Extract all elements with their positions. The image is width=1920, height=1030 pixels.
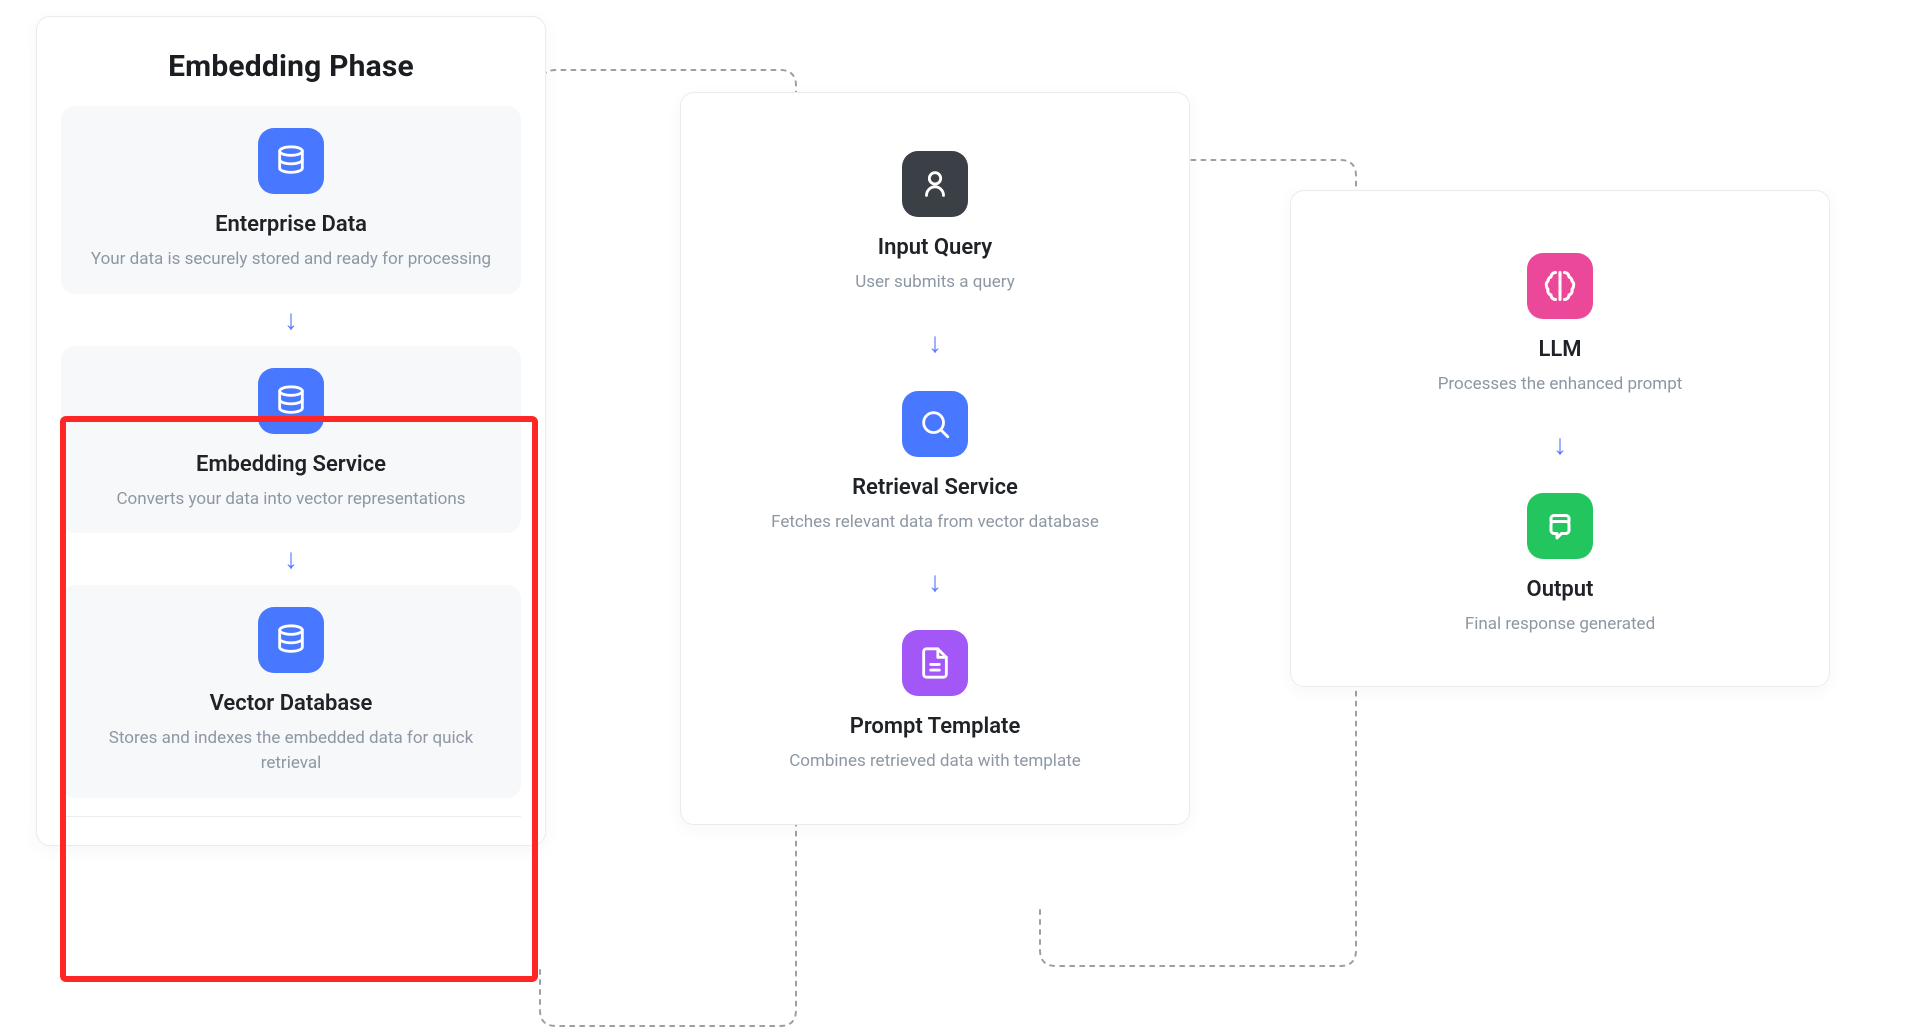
panel-title-embedding: Embedding Phase <box>168 49 414 84</box>
card-title: Embedding Service <box>196 452 386 477</box>
panel-retrieval: Input Query User submits a query ↓ Retri… <box>680 92 1190 825</box>
database-icon <box>258 368 324 434</box>
arrow-down-icon: ↓ <box>928 329 942 357</box>
chat-icon <box>1527 493 1593 559</box>
arrow-down-icon: ↓ <box>284 545 298 573</box>
divider <box>61 816 521 817</box>
card-desc: Combines retrieved data with template <box>789 749 1081 774</box>
card-llm: LLM Processes the enhanced prompt <box>1315 231 1805 419</box>
card-desc: Final response generated <box>1465 612 1655 637</box>
panel-generation: LLM Processes the enhanced prompt ↓ Outp… <box>1290 190 1830 687</box>
card-title: Prompt Template <box>850 714 1021 739</box>
search-icon <box>902 391 968 457</box>
card-title: LLM <box>1538 337 1581 362</box>
card-output: Output Final response generated <box>1315 471 1805 659</box>
document-icon <box>902 630 968 696</box>
panel-embedding: Embedding Phase Enterprise Data Your dat… <box>36 16 546 846</box>
card-input-query: Input Query User submits a query <box>705 129 1165 317</box>
card-title: Output <box>1527 577 1594 602</box>
user-icon <box>902 151 968 217</box>
card-enterprise-data: Enterprise Data Your data is securely st… <box>61 106 521 294</box>
database-icon <box>258 128 324 194</box>
card-desc: Processes the enhanced prompt <box>1438 372 1683 397</box>
card-embedding-service: Embedding Service Converts your data int… <box>61 346 521 534</box>
database-icon <box>258 607 324 673</box>
arrow-down-icon: ↓ <box>1553 431 1567 459</box>
card-title: Retrieval Service <box>852 475 1018 500</box>
card-desc: Fetches relevant data from vector databa… <box>771 510 1099 535</box>
card-retrieval-service: Retrieval Service Fetches relevant data … <box>705 369 1165 557</box>
card-title: Input Query <box>878 235 992 260</box>
card-vector-database: Vector Database Stores and indexes the e… <box>61 585 521 797</box>
card-desc: Stores and indexes the embedded data for… <box>81 726 501 775</box>
arrow-down-icon: ↓ <box>284 306 298 334</box>
card-desc: User submits a query <box>855 270 1015 295</box>
card-prompt-template: Prompt Template Combines retrieved data … <box>705 608 1165 796</box>
card-title: Enterprise Data <box>215 212 367 237</box>
card-title: Vector Database <box>210 691 373 716</box>
card-desc: Your data is securely stored and ready f… <box>91 247 491 272</box>
card-desc: Converts your data into vector represent… <box>116 487 465 512</box>
brain-icon <box>1527 253 1593 319</box>
arrow-down-icon: ↓ <box>928 568 942 596</box>
